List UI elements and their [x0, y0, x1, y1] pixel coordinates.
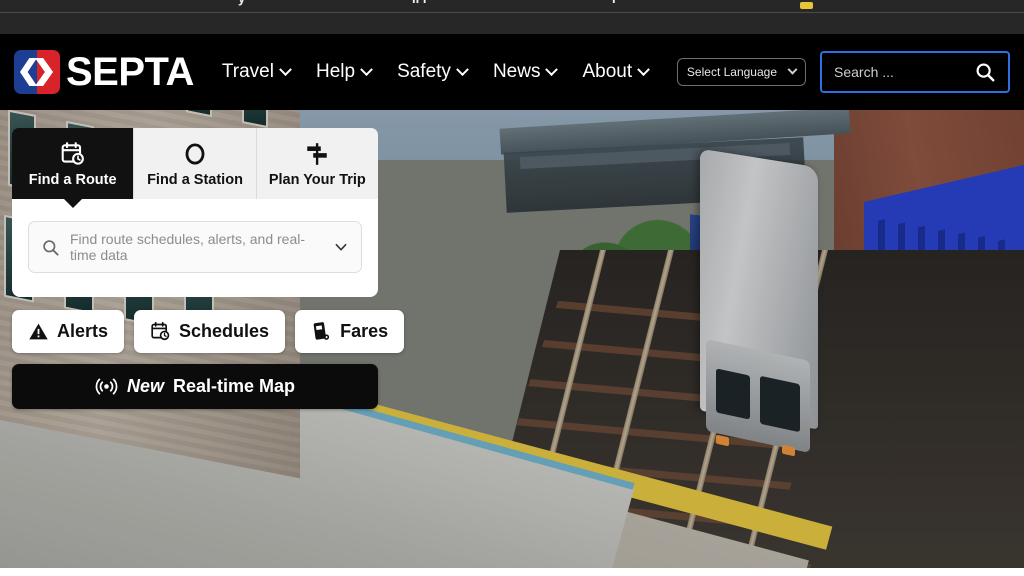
- nav-item-news[interactable]: News: [492, 61, 559, 83]
- quick-links: Alerts Schedules Fares: [12, 310, 405, 353]
- nav-label-travel: Travel: [221, 61, 274, 82]
- chevron-down-icon: [637, 62, 650, 76]
- nav-item-about[interactable]: About: [582, 61, 650, 83]
- chevron-down-icon: [545, 62, 559, 76]
- widget-tabs: Find a Route Find a Station Plan Your Tr…: [12, 128, 378, 199]
- nav-label-help: Help: [315, 61, 356, 82]
- nav-item-travel[interactable]: Travel: [221, 61, 292, 83]
- nav-item-help[interactable]: Help: [315, 61, 373, 83]
- banner-fragment-right: i: [612, 0, 616, 6]
- route-search-placeholder: Find route schedules, alerts, and real-t…: [70, 231, 306, 263]
- banner-divider: [0, 12, 1024, 13]
- circle-icon: [138, 141, 251, 167]
- search-icon: [976, 63, 995, 82]
- tab-label-find-a-route: Find a Route: [28, 172, 117, 188]
- tab-label-plan-your-trip: Plan Your Trip: [268, 172, 366, 188]
- realtime-map-new-badge: New: [126, 376, 164, 396]
- tab-find-a-station[interactable]: Find a Station: [134, 128, 257, 199]
- header-search-input[interactable]: Search ...: [820, 51, 1010, 93]
- chevron-down-icon: [335, 243, 347, 251]
- chevron-down-icon: [360, 62, 373, 76]
- tab-find-a-route[interactable]: Find a Route: [12, 128, 135, 199]
- alerts-button[interactable]: Alerts: [12, 310, 125, 353]
- calendar-clock-icon: [16, 141, 129, 167]
- chevron-down-icon: [456, 62, 469, 76]
- nav-item-safety[interactable]: Safety: [397, 61, 469, 83]
- realtime-map-button[interactable]: New Real-time Map: [12, 364, 378, 409]
- header-right-controls: Select Language Search ...: [676, 51, 1010, 93]
- page-root: y ll i i SEPTA Travel Help Safety News: [0, 0, 1024, 576]
- fares-button[interactable]: Fares: [295, 310, 405, 353]
- nav-label-about: About: [582, 61, 633, 82]
- chevron-down-icon: [279, 62, 292, 76]
- widget-card: Find route schedules, alerts, and real-t…: [12, 199, 378, 297]
- chevron-down-icon: [787, 64, 798, 75]
- nav-label-safety: Safety: [397, 61, 451, 82]
- schedules-button[interactable]: Schedules: [134, 310, 286, 353]
- tab-plan-your-trip[interactable]: Plan Your Trip: [256, 128, 378, 199]
- fares-label: Fares: [340, 321, 389, 341]
- banner-yellow-marker: [800, 2, 813, 9]
- realtime-map-label: Real-time Map: [172, 376, 296, 396]
- signpost-icon: [261, 141, 374, 167]
- banner-fragment-mid: ll i: [412, 0, 426, 6]
- septa-double-arrow-logo-icon: [14, 50, 60, 94]
- header-search-placeholder: Search ...: [834, 64, 894, 80]
- septa-logo-link[interactable]: SEPTA: [14, 50, 194, 95]
- bottom-white-band: [0, 568, 1024, 576]
- alerts-label: Alerts: [57, 321, 109, 341]
- language-selector[interactable]: Select Language: [676, 58, 806, 86]
- mobile-ticket-icon: [313, 322, 330, 340]
- site-header: SEPTA Travel Help Safety News About Sele…: [0, 34, 1024, 110]
- broadcast-signal-icon: [95, 378, 118, 395]
- tab-label-find-a-station: Find a Station: [147, 172, 243, 188]
- schedules-label: Schedules: [179, 321, 270, 341]
- route-search-combobox[interactable]: Find route schedules, alerts, and real-t…: [28, 221, 362, 273]
- search-icon: [43, 239, 59, 256]
- nav-label-news: News: [492, 61, 541, 82]
- main-navigation: Travel Help Safety News About: [221, 61, 650, 83]
- language-selector-label: Select Language: [686, 65, 777, 79]
- top-cropped-banner: y ll i i: [0, 0, 1024, 34]
- trip-planner-widget: Find a Route Find a Station Plan Your Tr…: [12, 128, 405, 409]
- calendar-clock-icon: [151, 321, 170, 341]
- banner-fragment-left: y: [238, 0, 245, 6]
- septa-wordmark: SEPTA: [66, 49, 194, 94]
- warning-triangle-icon: [29, 323, 48, 340]
